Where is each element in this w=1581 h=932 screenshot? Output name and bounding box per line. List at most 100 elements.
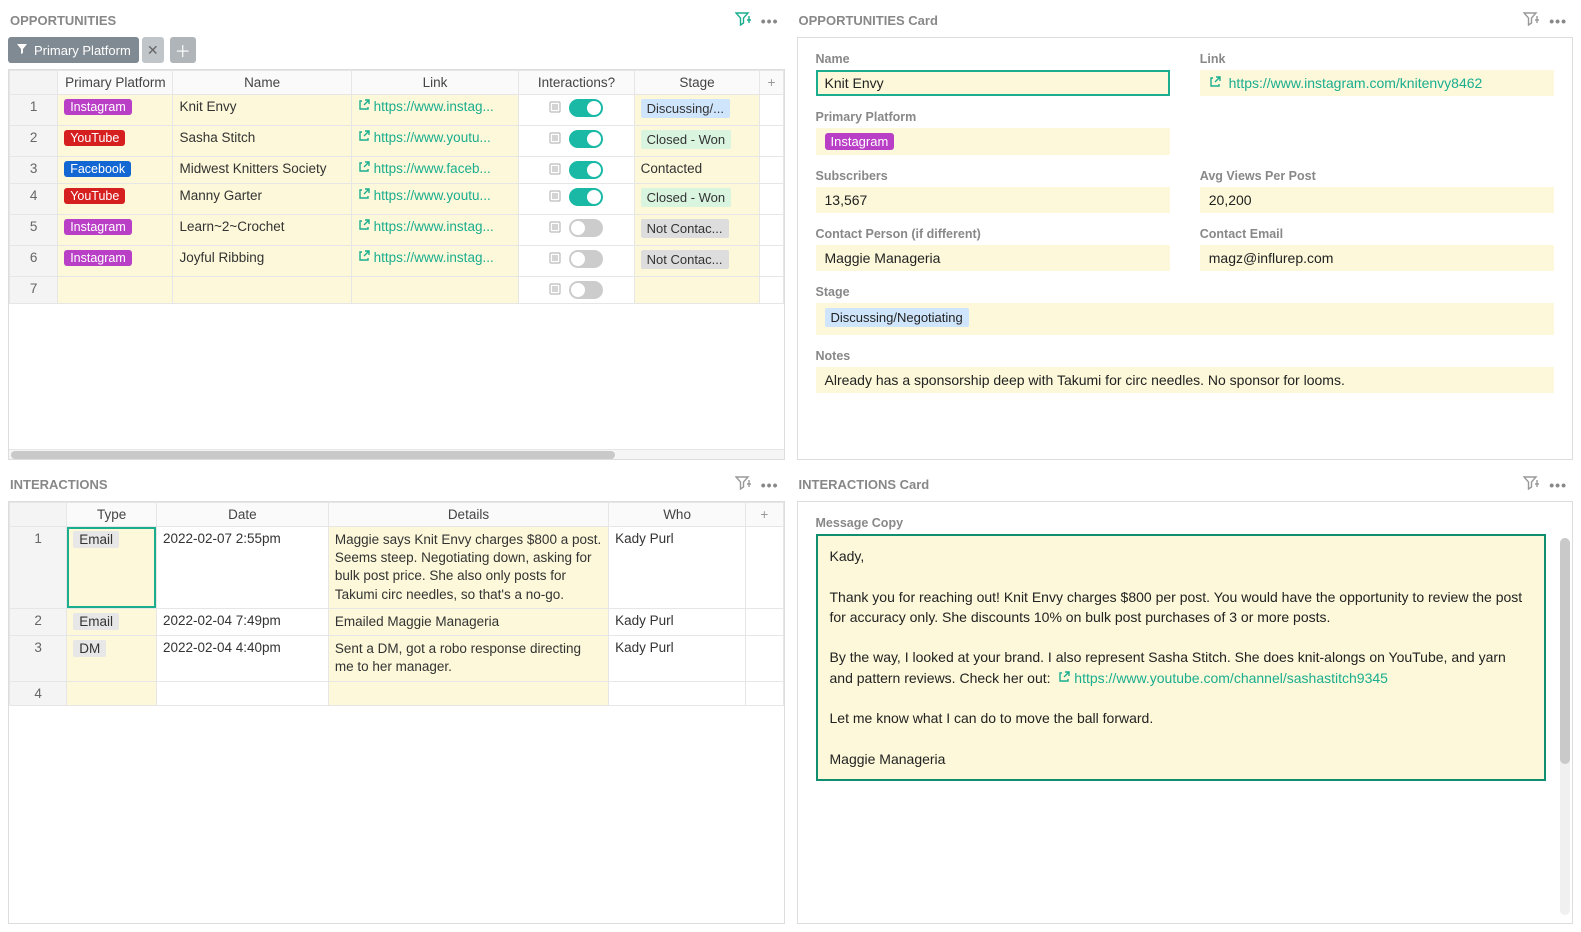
row-number[interactable]: 5 (10, 215, 58, 246)
col-primary-platform[interactable]: Primary Platform (58, 71, 173, 95)
field-subscribers[interactable]: 13,567 (816, 187, 1170, 213)
row-number[interactable]: 2 (10, 608, 67, 635)
cell-link[interactable]: https://www.instag... (351, 246, 519, 277)
vertical-scrollbar[interactable] (1560, 538, 1570, 915)
cell-platform[interactable]: YouTube (58, 184, 173, 215)
add-column-button[interactable]: + (746, 503, 783, 527)
cell-interactions[interactable] (519, 215, 634, 246)
col-interactions[interactable]: Interactions? (519, 71, 634, 95)
field-contact-email[interactable]: magz@influrep.com (1200, 245, 1554, 271)
interactions-table[interactable]: Type Date Details Who + 1Email2022-02-07… (9, 502, 784, 706)
toggle-switch[interactable] (569, 188, 603, 206)
col-type[interactable]: Type (67, 503, 157, 527)
cell-who[interactable]: Kady Purl (609, 608, 746, 635)
row-number[interactable]: 1 (10, 95, 58, 126)
table-row[interactable]: 6InstagramJoyful Ribbinghttps://www.inst… (10, 246, 784, 277)
cell-date[interactable]: 2022-02-07 2:55pm (156, 527, 328, 609)
filter-chip-add[interactable]: ＋ (170, 37, 196, 63)
cell-details[interactable]: Emailed Maggie Manageria (328, 608, 608, 635)
message-link[interactable]: https://www.youtube.com/channel/sashasti… (1074, 670, 1388, 686)
row-number[interactable]: 3 (10, 636, 67, 681)
cell-stage[interactable]: Closed - Won (634, 126, 760, 157)
field-avg-views[interactable]: 20,200 (1200, 187, 1554, 213)
field-stage[interactable]: Discussing/Negotiating (816, 303, 1555, 335)
field-message-copy[interactable]: Kady, Thank you for reaching out! Knit E… (816, 534, 1547, 781)
cell-name[interactable]: Sasha Stitch (173, 126, 351, 157)
cell-name[interactable]: Joyful Ribbing (173, 246, 351, 277)
field-platform[interactable]: Instagram (816, 128, 1170, 155)
table-row[interactable]: 2Email2022-02-04 7:49pmEmailed Maggie Ma… (10, 608, 784, 635)
cell-stage[interactable]: Closed - Won (634, 184, 760, 215)
horizontal-scrollbar[interactable] (9, 449, 784, 459)
cell-details[interactable]: Sent a DM, got a robo response directing… (328, 636, 608, 681)
table-row[interactable]: 5InstagramLearn~2~Crochethttps://www.ins… (10, 215, 784, 246)
cell-stage[interactable]: Not Contac... (634, 215, 760, 246)
row-number[interactable]: 2 (10, 126, 58, 157)
filter-icon[interactable] (735, 476, 751, 493)
cell-link[interactable]: https://www.faceb... (351, 157, 519, 184)
more-icon[interactable]: ••• (1549, 477, 1567, 493)
filter-chip-close[interactable]: ✕ (142, 37, 164, 63)
cell-who[interactable]: Kady Purl (609, 636, 746, 681)
cell-interactions[interactable] (519, 126, 634, 157)
field-name[interactable]: Knit Envy (816, 70, 1170, 96)
col-who[interactable]: Who (609, 503, 746, 527)
table-row-empty[interactable]: 4 (10, 681, 784, 705)
filter-icon[interactable] (1523, 12, 1539, 29)
filter-icon[interactable] (1523, 476, 1539, 493)
cell-details[interactable]: Maggie says Knit Envy charges $800 a pos… (328, 527, 608, 609)
add-column-button[interactable]: + (760, 71, 783, 95)
row-number[interactable]: 6 (10, 246, 58, 277)
table-row-empty[interactable]: 7 (10, 277, 784, 304)
filter-chip-primary-platform[interactable]: Primary Platform (8, 37, 139, 63)
cell-type[interactable]: Email (67, 527, 157, 609)
cell-interactions[interactable] (519, 95, 634, 126)
table-row[interactable]: 2YouTubeSasha Stitchhttps://www.youtu...… (10, 126, 784, 157)
cell-who[interactable]: Kady Purl (609, 527, 746, 609)
cell-name[interactable]: Learn~2~Crochet (173, 215, 351, 246)
field-contact-person[interactable]: Maggie Manageria (816, 245, 1170, 271)
cell-type[interactable]: DM (67, 636, 157, 681)
more-icon[interactable]: ••• (761, 13, 779, 29)
cell-platform[interactable]: Instagram (58, 215, 173, 246)
cell-platform[interactable]: Instagram (58, 95, 173, 126)
col-details[interactable]: Details (328, 503, 608, 527)
toggle-switch[interactable] (569, 99, 603, 117)
cell-date[interactable]: 2022-02-04 4:40pm (156, 636, 328, 681)
table-row[interactable]: 4YouTubeManny Garterhttps://www.youtu...… (10, 184, 784, 215)
cell-interactions[interactable] (519, 246, 634, 277)
filter-icon[interactable] (735, 12, 751, 29)
cell-stage[interactable]: Not Contac... (634, 246, 760, 277)
cell-link[interactable]: https://www.youtu... (351, 184, 519, 215)
col-name[interactable]: Name (173, 71, 351, 95)
table-row[interactable]: 1InstagramKnit Envyhttps://www.instag...… (10, 95, 784, 126)
row-number[interactable]: 3 (10, 157, 58, 184)
toggle-switch[interactable] (569, 250, 603, 268)
cell-name[interactable]: Knit Envy (173, 95, 351, 126)
cell-platform[interactable]: YouTube (58, 126, 173, 157)
table-row[interactable]: 3FacebookMidwest Knitters Societyhttps:/… (10, 157, 784, 184)
cell-name[interactable]: Midwest Knitters Society (173, 157, 351, 184)
field-notes[interactable]: Already has a sponsorship deep with Taku… (816, 367, 1555, 393)
cell-link[interactable]: https://www.youtu... (351, 126, 519, 157)
opportunities-table[interactable]: Primary Platform Name Link Interactions?… (9, 70, 784, 304)
cell-type[interactable]: Email (67, 608, 157, 635)
table-row[interactable]: 1Email2022-02-07 2:55pmMaggie says Knit … (10, 527, 784, 609)
more-icon[interactable]: ••• (1549, 13, 1567, 29)
cell-date[interactable]: 2022-02-04 7:49pm (156, 608, 328, 635)
field-link[interactable]: https://www.instagram.com/knitenvy8462 (1200, 70, 1554, 96)
more-icon[interactable]: ••• (761, 477, 779, 493)
row-number[interactable]: 4 (10, 184, 58, 215)
cell-link[interactable]: https://www.instag... (351, 215, 519, 246)
row-number[interactable]: 1 (10, 527, 67, 609)
col-stage[interactable]: Stage (634, 71, 760, 95)
table-row[interactable]: 3DM2022-02-04 4:40pmSent a DM, got a rob… (10, 636, 784, 681)
toggle-switch[interactable] (569, 219, 603, 237)
cell-name[interactable]: Manny Garter (173, 184, 351, 215)
toggle-switch[interactable] (569, 130, 603, 148)
cell-stage[interactable]: Discussing/... (634, 95, 760, 126)
cell-stage[interactable]: Contacted (634, 157, 760, 184)
toggle-switch[interactable] (569, 161, 603, 179)
col-date[interactable]: Date (156, 503, 328, 527)
cell-link[interactable]: https://www.instag... (351, 95, 519, 126)
